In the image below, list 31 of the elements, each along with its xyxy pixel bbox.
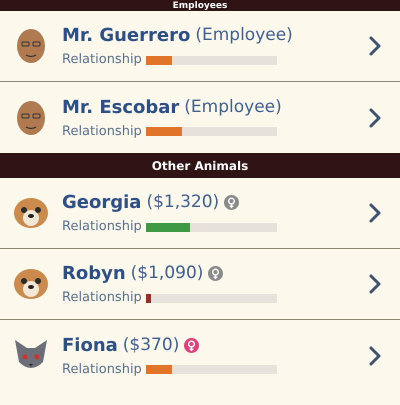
relationship-label: Relationship: [62, 289, 142, 308]
name-label: Mr. Guerrero: [62, 24, 190, 48]
name-label: Mr. Escobar: [62, 96, 180, 120]
list-row[interactable]: Mr. Escobar (Employee) Relationship: [0, 82, 400, 153]
detail-label: (Employee): [195, 24, 293, 47]
chevron-right-icon: [369, 36, 381, 56]
name-label: Georgia: [62, 191, 142, 216]
list-row[interactable]: Fiona ($370) Relationship: [0, 320, 400, 391]
detail-label: (Employee): [184, 96, 282, 118]
detail-label: ($370): [122, 334, 180, 356]
name-label: Robyn: [62, 262, 126, 286]
relationship-label: Relationship: [62, 122, 142, 141]
avatar-icon: [16, 28, 46, 64]
relationship-label: Relationship: [62, 218, 142, 236]
chevron-right-icon: [369, 346, 381, 366]
relationship-label: Relationship: [62, 51, 142, 70]
chevron-right-icon: [369, 274, 381, 294]
list-row[interactable]: Georgia ($1,320) Relationship: [0, 178, 400, 249]
dog-icon: [13, 268, 49, 300]
list-row[interactable]: Mr. Guerrero (Employee) Relationship: [0, 11, 400, 82]
section-header: Other Animals: [152, 158, 248, 172]
avatar-icon: [16, 100, 46, 136]
list-row[interactable]: Robyn ($1,090) Relationship: [0, 249, 400, 320]
detail-label: ($1,320): [146, 191, 220, 214]
relationship-label: Relationship: [62, 360, 142, 379]
section-header: Employees: [172, 1, 228, 11]
detail-label: ($1,090): [130, 262, 204, 285]
name-label: Fiona: [62, 334, 118, 358]
dog-icon: [13, 197, 49, 229]
chevron-right-icon: [369, 203, 381, 223]
chevron-right-icon: [369, 108, 381, 128]
